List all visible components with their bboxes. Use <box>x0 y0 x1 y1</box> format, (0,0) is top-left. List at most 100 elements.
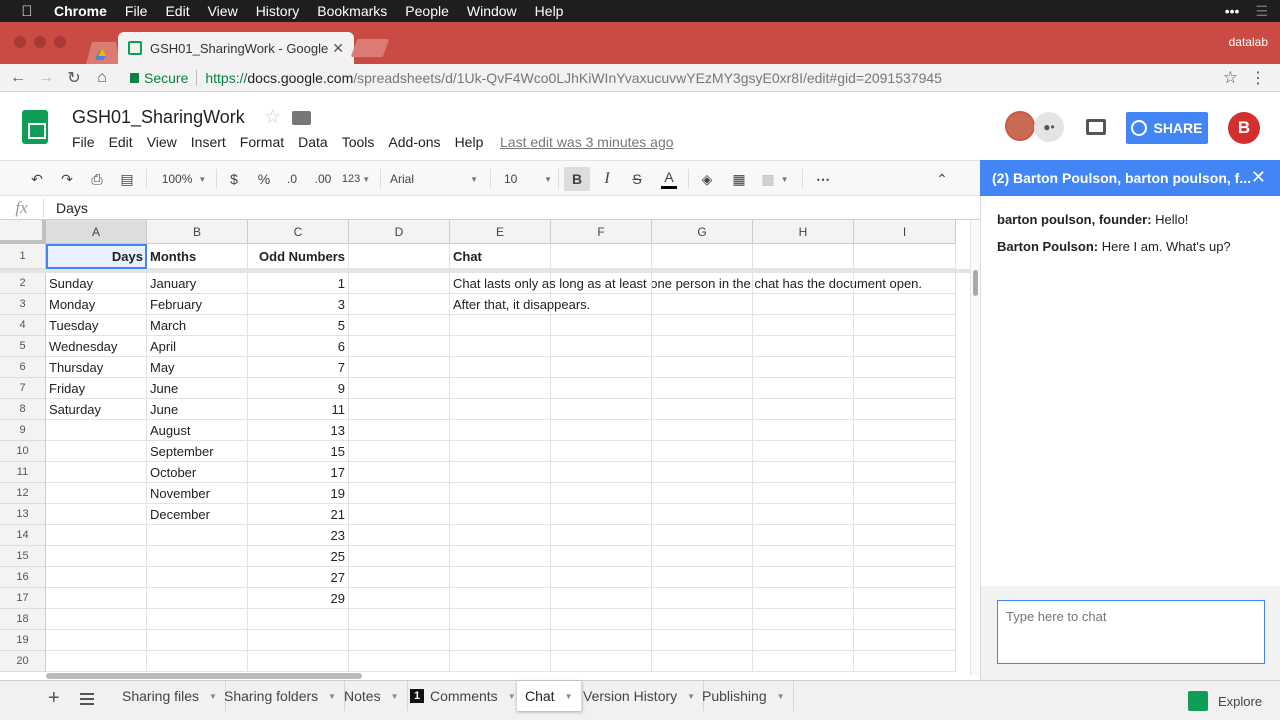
row-header[interactable]: 6 <box>0 357 46 378</box>
all-sheets-icon[interactable] <box>80 693 94 705</box>
cell-c18[interactable] <box>248 609 349 630</box>
home-icon[interactable]: ⌂ <box>88 69 116 87</box>
zoom-select[interactable]: 100% ▼ <box>156 167 212 191</box>
cell-f14[interactable] <box>551 525 652 546</box>
ellipsis-icon[interactable]: ••• <box>1225 3 1240 19</box>
cell-f5[interactable] <box>551 336 652 357</box>
cell-b10[interactable]: September <box>147 441 248 462</box>
cell-e9[interactable] <box>450 420 551 441</box>
active-tab[interactable]: GSH01_SharingWork - Google ✕ <box>118 32 354 64</box>
cell-c12[interactable]: 19 <box>248 483 349 504</box>
cell-c20[interactable] <box>248 651 349 672</box>
cell-d20[interactable] <box>349 651 450 672</box>
cell-g4[interactable] <box>652 315 753 336</box>
doc-menu-file[interactable]: File <box>72 134 95 150</box>
doc-menu-format[interactable]: Format <box>240 134 284 150</box>
comments-icon[interactable] <box>1086 119 1106 135</box>
chevron-down-icon[interactable]: ▼ <box>328 692 336 701</box>
cell-b8[interactable]: June <box>147 399 248 420</box>
cell-i11[interactable] <box>854 462 956 483</box>
last-edit-link[interactable]: Last edit was 3 minutes ago <box>500 134 674 150</box>
cell-b6[interactable]: May <box>147 357 248 378</box>
cell-a17[interactable] <box>46 588 147 609</box>
chevron-down-icon[interactable]: ▼ <box>777 692 785 701</box>
cell-c14[interactable]: 23 <box>248 525 349 546</box>
sheet-tab-comments[interactable]: 1 Comments ▼ <box>402 681 525 711</box>
cell-i3[interactable] <box>854 294 956 315</box>
sheet-tab-version-history[interactable]: Version History ▼ <box>575 681 705 711</box>
cell-d1[interactable] <box>349 244 450 269</box>
cell-b5[interactable]: April <box>147 336 248 357</box>
cell-b4[interactable]: March <box>147 315 248 336</box>
bold-button[interactable]: B <box>564 167 590 191</box>
cell-h7[interactable] <box>753 378 854 399</box>
cell-g7[interactable] <box>652 378 753 399</box>
cell-f6[interactable] <box>551 357 652 378</box>
cell-h17[interactable] <box>753 588 854 609</box>
cell-d5[interactable] <box>349 336 450 357</box>
cell-h9[interactable] <box>753 420 854 441</box>
collaborator-more-icon[interactable]: ●• <box>1034 112 1064 142</box>
cell-b19[interactable] <box>147 630 248 651</box>
row-header[interactable]: 1 <box>0 244 46 269</box>
doc-menu-tools[interactable]: Tools <box>342 134 375 150</box>
cell-c9[interactable]: 13 <box>248 420 349 441</box>
cell-g20[interactable] <box>652 651 753 672</box>
cell-c11[interactable]: 17 <box>248 462 349 483</box>
chevron-down-icon[interactable]: ▼ <box>508 692 516 701</box>
row-header[interactable]: 8 <box>0 399 46 420</box>
cell-d14[interactable] <box>349 525 450 546</box>
paint-format-icon[interactable]: ▤ <box>116 167 138 191</box>
cell-f15[interactable] <box>551 546 652 567</box>
row-header[interactable]: 14 <box>0 525 46 546</box>
cell-b12[interactable]: November <box>147 483 248 504</box>
menu-history[interactable]: History <box>256 3 300 19</box>
column-header-f[interactable]: F <box>551 220 652 244</box>
cell-g11[interactable] <box>652 462 753 483</box>
cell-b2[interactable]: January <box>147 273 248 294</box>
cell-d2[interactable] <box>349 273 450 294</box>
cell-d18[interactable] <box>349 609 450 630</box>
cell-a14[interactable] <box>46 525 147 546</box>
column-header-b[interactable]: B <box>147 220 248 244</box>
row-header[interactable]: 7 <box>0 378 46 399</box>
cell-h20[interactable] <box>753 651 854 672</box>
cell-a6[interactable]: Thursday <box>46 357 147 378</box>
cell-b13[interactable]: December <box>147 504 248 525</box>
menu-help[interactable]: Help <box>535 3 564 19</box>
cell-i18[interactable] <box>854 609 956 630</box>
chat-close-icon[interactable]: ✕ <box>1251 167 1266 188</box>
cell-h18[interactable] <box>753 609 854 630</box>
strikethrough-button[interactable]: S <box>626 167 648 191</box>
redo-icon[interactable]: ↷ <box>56 167 78 191</box>
cell-b11[interactable]: October <box>147 462 248 483</box>
cell-a5[interactable]: Wednesday <box>46 336 147 357</box>
row-header[interactable]: 16 <box>0 567 46 588</box>
cell-e19[interactable] <box>450 630 551 651</box>
new-tab-button[interactable] <box>350 39 390 57</box>
column-header-h[interactable]: H <box>753 220 854 244</box>
print-icon[interactable]: ⎙ <box>86 167 108 191</box>
vertical-scroll-thumb[interactable] <box>973 270 978 296</box>
cell-c7[interactable]: 9 <box>248 378 349 399</box>
doc-menu-addons[interactable]: Add-ons <box>388 134 440 150</box>
cell-f12[interactable] <box>551 483 652 504</box>
cell-a12[interactable] <box>46 483 147 504</box>
horizontal-scroll-thumb[interactable] <box>46 673 362 679</box>
star-icon[interactable]: ☆ <box>264 106 281 129</box>
cell-d7[interactable] <box>349 378 450 399</box>
column-header-d[interactable]: D <box>349 220 450 244</box>
cell-g5[interactable] <box>652 336 753 357</box>
cell-b9[interactable]: August <box>147 420 248 441</box>
cell-f3[interactable] <box>551 294 652 315</box>
cell-a15[interactable] <box>46 546 147 567</box>
cell-d19[interactable] <box>349 630 450 651</box>
percent-format-button[interactable]: % <box>254 167 274 191</box>
cell-c4[interactable]: 5 <box>248 315 349 336</box>
cell-i14[interactable] <box>854 525 956 546</box>
column-header-c[interactable]: C <box>248 220 349 244</box>
cell-a18[interactable] <box>46 609 147 630</box>
cell-h6[interactable] <box>753 357 854 378</box>
row-header[interactable]: 2 <box>0 273 46 294</box>
cell-g14[interactable] <box>652 525 753 546</box>
